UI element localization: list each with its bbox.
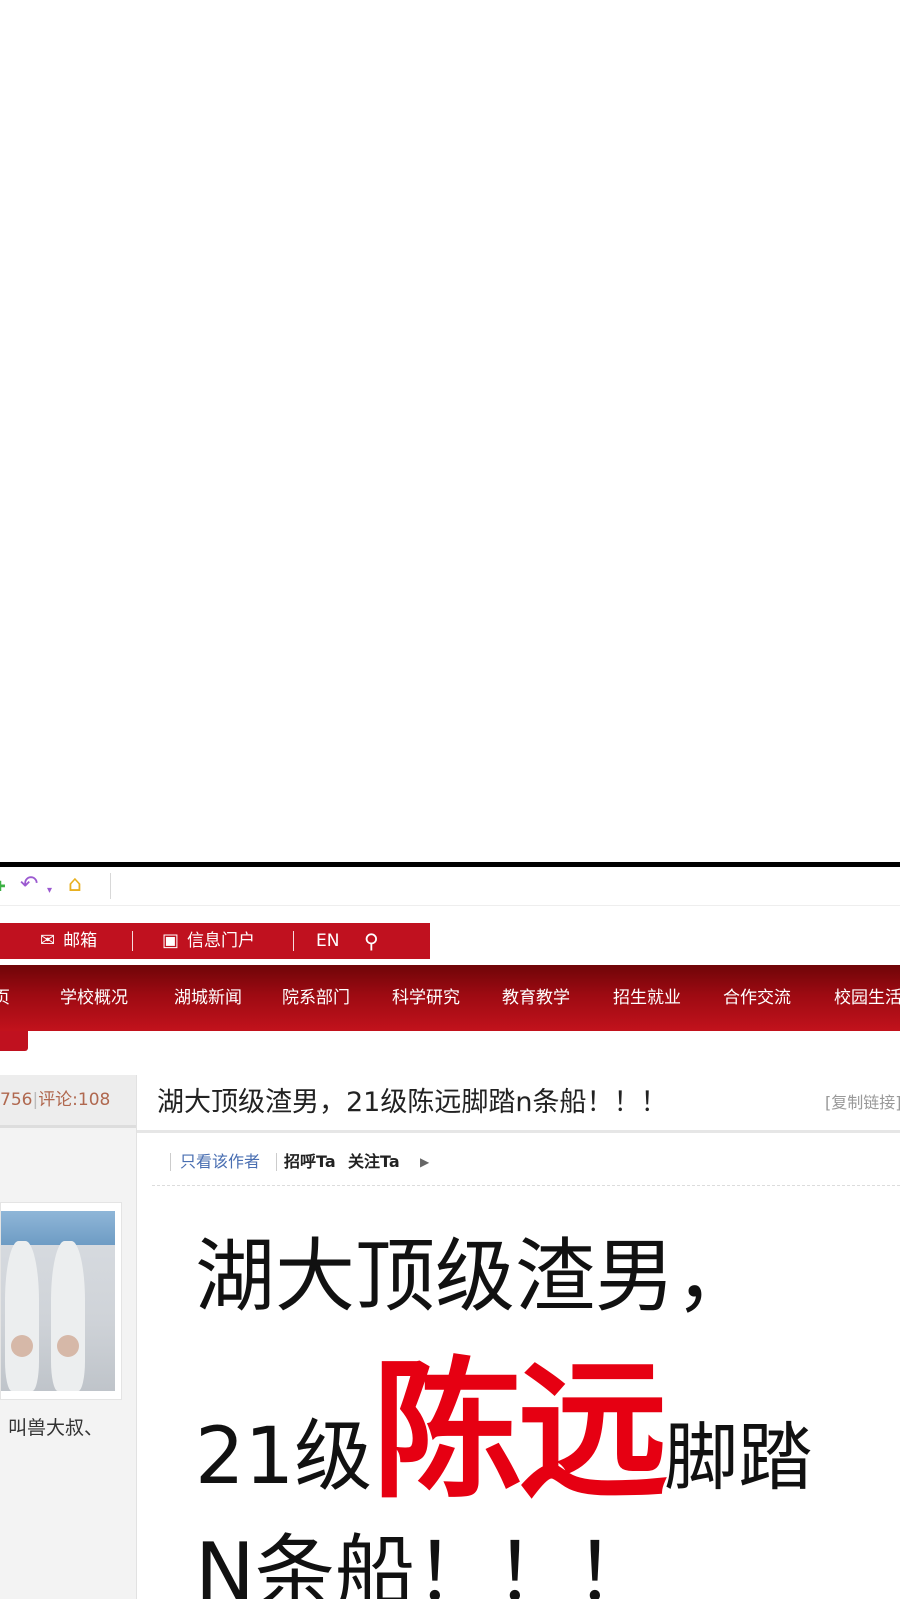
portal-label: 信息门户 bbox=[187, 931, 256, 951]
main-nav: 首页 学校概况 湖城新闻 院系部门 科学研究 教育教学 招生就业 合作交流 校园… bbox=[0, 965, 900, 1031]
dropdown-caret-icon[interactable]: ▾ bbox=[47, 879, 52, 903]
nav-item-about[interactable]: 学校概况 bbox=[60, 965, 128, 1031]
nav-active-tab bbox=[0, 1031, 28, 1051]
poster-name: 陈远 bbox=[372, 1345, 668, 1519]
author-actions-bar: 只看该作者 招呼Ta 关注Ta ▶ bbox=[152, 1139, 900, 1186]
add-icon[interactable]: ✚ bbox=[0, 875, 6, 899]
blank-top-area bbox=[0, 0, 900, 862]
sidebar: 756|评论:108 叫兽大叔、 bbox=[0, 1075, 137, 1599]
author-bar-divider bbox=[276, 1153, 277, 1171]
home-icon[interactable]: ⌂ bbox=[68, 873, 82, 897]
author-bar-divider bbox=[170, 1153, 171, 1171]
follow-link[interactable]: 关注Ta bbox=[348, 1139, 400, 1185]
avatar-knee-shape bbox=[57, 1335, 79, 1357]
avatar-leg-shape bbox=[51, 1241, 85, 1391]
post-title-row: 湖大顶级渣男，21级陈远脚踏n条船！！！ [复制链接] bbox=[137, 1075, 900, 1133]
post-title: 湖大顶级渣男，21级陈远脚踏n条船！！！ bbox=[157, 1087, 668, 1118]
poster-line-2-suffix: 脚踏 bbox=[664, 1415, 813, 1501]
search-icon[interactable]: ⚲ bbox=[364, 923, 379, 959]
avatar-leg-shape bbox=[5, 1241, 39, 1391]
copy-link-button[interactable]: [复制链接] bbox=[825, 1075, 900, 1130]
nav-item-cooperation[interactable]: 合作交流 bbox=[723, 965, 791, 1031]
mail-link[interactable]: ✉ 邮箱 bbox=[40, 923, 97, 959]
nav-item-education[interactable]: 教育教学 bbox=[502, 965, 570, 1031]
mail-icon: ✉ bbox=[40, 930, 56, 951]
top-divider bbox=[293, 931, 294, 951]
avatar[interactable] bbox=[1, 1211, 115, 1391]
top-divider bbox=[132, 931, 133, 951]
post-stats: 756|评论:108 bbox=[0, 1075, 136, 1128]
toolbar-divider bbox=[110, 873, 111, 899]
portal-icon: ▣ bbox=[162, 930, 180, 951]
portal-link[interactable]: ▣ 信息门户 bbox=[162, 923, 255, 959]
avatar-shorts-shape bbox=[1, 1211, 115, 1245]
only-author-link[interactable]: 只看该作者 bbox=[180, 1139, 260, 1185]
nav-item-research[interactable]: 科学研究 bbox=[392, 965, 460, 1031]
greet-link[interactable]: 招呼Ta bbox=[284, 1139, 336, 1185]
nav-item-departments[interactable]: 院系部门 bbox=[282, 965, 350, 1031]
avatar-frame bbox=[0, 1202, 122, 1400]
views-count: 756 bbox=[0, 1090, 33, 1110]
screenshot-panel: ✚ ↶ ▾ ⌂ ✉ 邮箱 ▣ 信息门户 EN ⚲ 首页 学校概况 湖城新闻 院系部门… bbox=[0, 862, 900, 1599]
avatar-knee-shape bbox=[11, 1335, 33, 1357]
nav-item-campus-life[interactable]: 校园生活 bbox=[834, 965, 900, 1031]
nav-item-admissions[interactable]: 招生就业 bbox=[613, 965, 681, 1031]
comments-count: 评论:108 bbox=[38, 1090, 111, 1110]
poster-line-3: N条船！！！ bbox=[195, 1526, 655, 1599]
post-image-poster: 湖大顶级渣男， 21级陈远脚踏 N条船！！！ bbox=[137, 1187, 900, 1599]
poster-grade: 21级 bbox=[195, 1412, 373, 1502]
poster-line-1: 湖大顶级渣男， bbox=[195, 1230, 755, 1323]
top-links-bar: ✉ 邮箱 ▣ 信息门户 EN ⚲ bbox=[0, 923, 430, 959]
browser-toolbar: ✚ ↶ ▾ ⌂ bbox=[0, 867, 900, 906]
nav-item-news[interactable]: 湖城新闻 bbox=[174, 965, 242, 1031]
expand-arrow-icon[interactable]: ▶ bbox=[420, 1139, 429, 1185]
mail-label: 邮箱 bbox=[63, 931, 98, 951]
undo-icon[interactable]: ↶ bbox=[20, 873, 38, 897]
language-link[interactable]: EN bbox=[316, 923, 339, 959]
nav-item-home[interactable]: 首页 bbox=[0, 965, 10, 1031]
poster-line-2: 21级陈远脚踏 bbox=[195, 1357, 812, 1553]
author-username[interactable]: 叫兽大叔、 bbox=[8, 1413, 103, 1440]
